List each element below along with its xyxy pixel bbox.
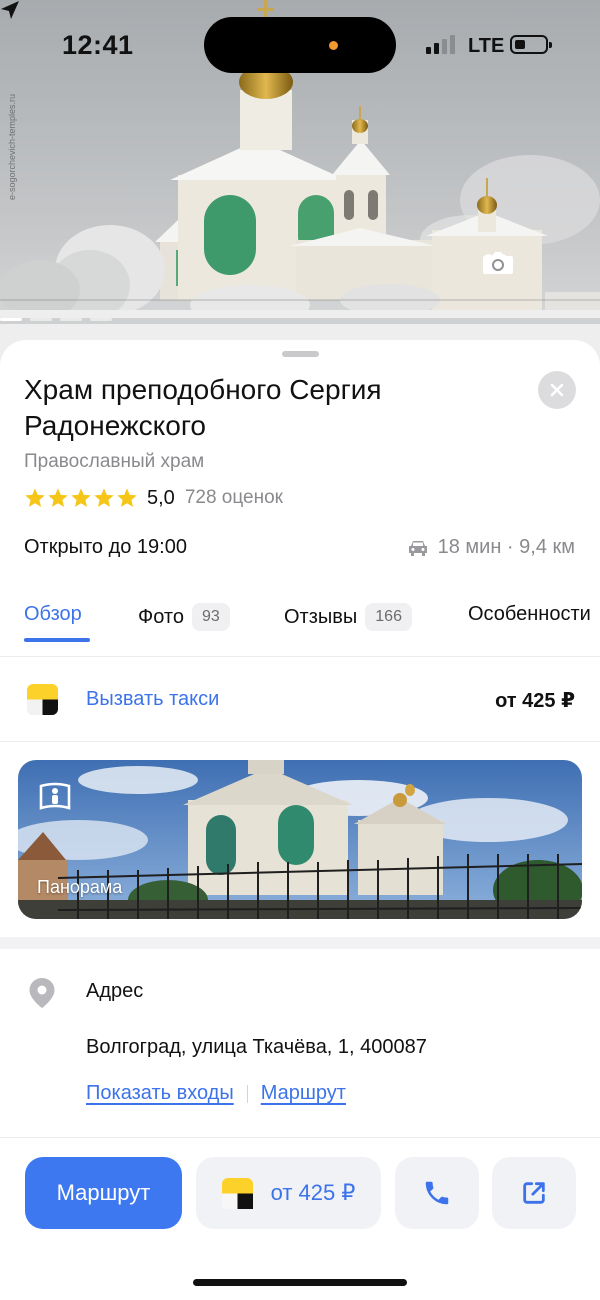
share-icon: [523, 1182, 545, 1204]
cellular-signal-icon: [426, 34, 455, 54]
phone-icon: [425, 1181, 449, 1205]
share-button[interactable]: [492, 1157, 576, 1229]
close-button[interactable]: [538, 371, 576, 409]
battery-low-icon: [510, 35, 552, 54]
panorama-icon: [39, 782, 71, 810]
rating-row[interactable]: 5,0 728 оценок: [24, 484, 283, 512]
call-taxi-label: Вызвать такси: [86, 688, 220, 710]
active-tab-indicator: [24, 638, 90, 642]
place-title: Храм преподобного Сергия Радонежского: [24, 374, 382, 441]
sheet-grabber[interactable]: [282, 351, 319, 357]
home-indicator[interactable]: [193, 1279, 407, 1286]
star-icon: [25, 488, 45, 507]
call-taxi-row[interactable]: Вызвать такси от 425 ₽: [0, 658, 600, 742]
tab-badge: 93: [191, 603, 230, 631]
panorama-card[interactable]: Панорама: [18, 760, 582, 919]
opening-hours[interactable]: Открыто до 19:00: [24, 536, 187, 559]
tab-photos[interactable]: Фото 93: [138, 603, 230, 631]
rating-value: 5,0: [147, 486, 175, 509]
photo-count-badge[interactable]: 93: [482, 250, 513, 278]
link-divider: [246, 1084, 248, 1103]
action-bar: Маршрут от 425 ₽: [0, 1157, 600, 1229]
tab-label: Фото: [138, 605, 184, 628]
star-icon: [94, 488, 114, 507]
taxi-price: от 425 ₽: [495, 690, 575, 712]
address-text[interactable]: Волгоград, улица Ткачёва, 1, 400087: [86, 1036, 427, 1059]
panorama-label: Панорама: [37, 877, 123, 897]
tab-features[interactable]: Особенности: [468, 603, 591, 626]
close-icon: [550, 383, 564, 397]
star-icon: [71, 488, 91, 507]
address-links: Показать входы Маршрут: [86, 1082, 346, 1105]
route-button[interactable]: Маршрут: [25, 1157, 182, 1229]
tab-badge: 166: [365, 603, 412, 631]
rating-stars: [24, 487, 138, 509]
section-separator: [0, 937, 600, 949]
network-type: LTE: [468, 35, 505, 57]
camera-icon: [483, 252, 513, 274]
star-icon: [48, 488, 68, 507]
drive-time-text: 18 мин · 9,4 км: [437, 536, 575, 558]
tab-label: Отзывы: [284, 605, 358, 628]
photo-watermark: e-sogorchevich-temples.ru: [7, 93, 17, 200]
tab-overview[interactable]: Обзор: [24, 603, 82, 626]
drive-time[interactable]: 18 мин · 9,4 км: [407, 536, 575, 559]
location-arrow-icon: [1, 1, 19, 19]
call-button[interactable]: [395, 1157, 479, 1229]
tab-bar: Обзор Фото 93 Отзывы 166 Особенности: [0, 595, 600, 657]
location-pin-icon: [29, 978, 55, 1008]
place-category: Православный храм: [24, 451, 205, 472]
tab-label: Обзор: [24, 603, 82, 625]
place-card-sheet: Храм преподобного Сергия Радонежского Пр…: [0, 340, 600, 1300]
tab-reviews[interactable]: Отзывы 166: [284, 603, 412, 631]
action-bar-divider: [0, 1137, 600, 1138]
status-time: 12:41: [62, 30, 134, 60]
star-icon: [117, 488, 137, 507]
tab-label: Особенности: [468, 603, 591, 625]
taxi-button[interactable]: от 425 ₽: [196, 1157, 381, 1229]
photo-progress-indicator: [0, 318, 112, 321]
address-heading: Адрес: [86, 980, 144, 1002]
header-photo[interactable]: 12:41 LTE e-sogorchevich-temples.ru 93: [0, 0, 600, 370]
taxi-button-price: от 425 ₽: [270, 1180, 356, 1205]
car-icon: [408, 540, 427, 556]
dynamic-island: [204, 17, 396, 73]
privacy-indicator-dot: [329, 41, 338, 50]
rating-count: 728 оценок: [184, 487, 283, 508]
show-entrances-link[interactable]: Показать входы: [86, 1082, 234, 1105]
yandex-taxi-icon: [221, 1177, 253, 1209]
route-link[interactable]: Маршрут: [261, 1082, 346, 1105]
yandex-taxi-icon: [27, 684, 58, 715]
